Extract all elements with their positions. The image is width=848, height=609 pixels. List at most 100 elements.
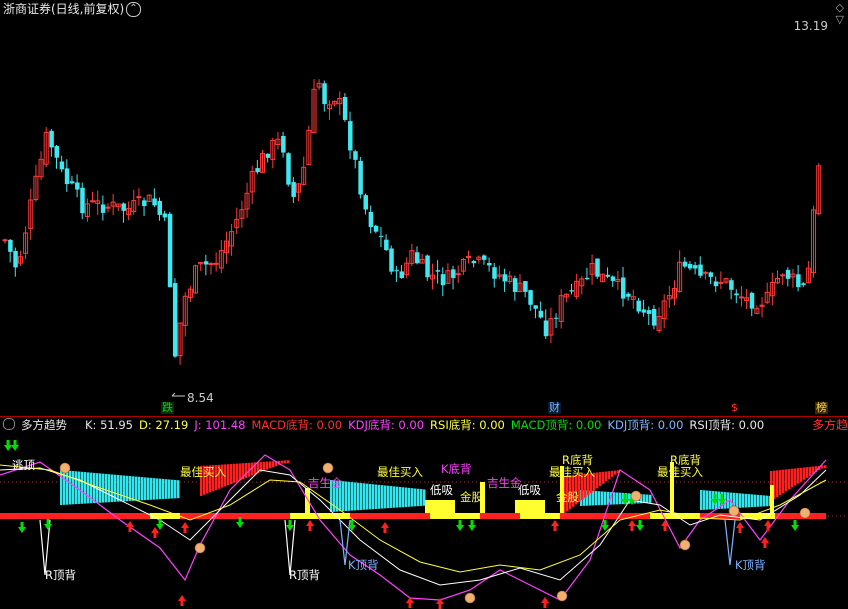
cyan-bar <box>69 470 72 505</box>
cyan-bar <box>616 492 619 505</box>
cyan-bar <box>150 477 153 500</box>
cyan-bar <box>399 486 402 508</box>
cyan-bar <box>751 494 754 508</box>
pointing-hand-icon <box>556 590 568 602</box>
cyan-bar <box>390 486 393 508</box>
cyan-bar <box>760 495 763 507</box>
red-bar <box>794 468 797 486</box>
red-bar <box>230 464 233 484</box>
signal-label: 最佳买入 <box>180 465 226 479</box>
cyan-bar <box>766 495 769 507</box>
cyan-bar <box>111 474 114 503</box>
red-bar <box>596 472 599 489</box>
cyan-bar <box>141 477 144 501</box>
signal-label: R顶背 <box>45 568 76 582</box>
cyan-bar <box>72 471 75 505</box>
marker-tag-bang[interactable]: 榜 <box>815 402 828 414</box>
cyan-bar <box>742 493 745 508</box>
signal-label: 最佳买入 <box>657 465 703 479</box>
red-bar <box>803 467 806 480</box>
indicator-name[interactable]: 多方趋势 <box>21 418 67 432</box>
pointing-hand-icon <box>59 462 71 474</box>
cyan-bar <box>144 477 147 501</box>
pointing-hand-icon <box>728 505 740 517</box>
signal-label: 逃顶 <box>12 458 35 472</box>
signal-label: R底背 <box>670 453 701 467</box>
indicator-readout-bar: 多方趋势 K: 51.95 D: 27.19 J: 101.48 MACD底背: 0.0… <box>0 418 770 432</box>
title-collapse-icon[interactable]: ⌃ <box>126 2 141 17</box>
red-bar <box>800 467 803 482</box>
window-corner-controls[interactable]: ◇ ▽ <box>836 2 844 26</box>
marker-tag-dollar[interactable]: $ <box>730 402 739 414</box>
cyan-bar <box>393 486 396 508</box>
cyan-bar <box>345 481 348 511</box>
signal-label: K顶背 <box>735 558 766 572</box>
trend-baseline-yellow <box>430 513 480 519</box>
cyan-bar <box>108 474 111 503</box>
up-arrow-icon <box>551 520 559 531</box>
indicator-chart[interactable] <box>0 0 848 609</box>
red-bar <box>614 470 617 475</box>
signal-label: K顶背 <box>348 558 379 572</box>
readout-rsi-bottom: RSI底背: 0.00 <box>430 418 505 432</box>
readout-kdj-top: KDJ顶背: 0.00 <box>607 418 684 432</box>
triangle-down-icon[interactable]: ▽ <box>836 14 844 26</box>
signal-label: R顶背 <box>289 568 320 582</box>
cyan-bar <box>703 490 706 510</box>
cyan-bar <box>87 472 90 504</box>
cyan-bar <box>162 478 165 500</box>
up-arrow-icon <box>151 527 159 538</box>
cyan-bar <box>147 477 150 500</box>
cyan-bar <box>165 479 168 499</box>
cyan-bar <box>649 494 652 503</box>
pointing-hand-icon <box>679 539 691 551</box>
up-arrow-icon <box>306 520 314 531</box>
red-bar <box>599 472 602 487</box>
cyan-bar <box>132 476 135 501</box>
red-bar <box>269 461 272 469</box>
cyan-bar <box>739 493 742 508</box>
down-arrow-icon <box>468 520 476 531</box>
cyan-bar <box>174 479 177 499</box>
cyan-bar <box>159 478 162 500</box>
readout-j: J: 101.48 <box>194 418 246 432</box>
cyan-bar <box>123 475 126 502</box>
chart-title: 浙商证券(日线,前复权) <box>3 2 125 16</box>
cyan-bar <box>592 490 595 506</box>
cyan-bar <box>351 482 354 511</box>
cyan-bar <box>646 494 649 503</box>
pointing-hand-icon <box>630 490 642 502</box>
cyan-bar <box>754 494 757 507</box>
readout-k: K: 51.95 <box>85 418 133 432</box>
cyan-bar <box>417 488 420 507</box>
cyan-bar <box>375 484 378 509</box>
cyan-bar <box>598 491 601 506</box>
cyan-bar <box>372 484 375 510</box>
stock-chart-window: 浙商证券(日线,前复权) ⌃ ◇ ▽ 13.19 8.54 跌 财 $ 榜 多方… <box>0 0 848 609</box>
up-arrow-icon <box>178 595 186 606</box>
cyan-bar <box>700 490 703 510</box>
down-arrow-icon <box>636 520 644 531</box>
cyan-bar <box>420 489 423 506</box>
cyan-bar <box>168 479 171 499</box>
cyan-bar <box>405 487 408 507</box>
cyan-bar <box>348 481 351 511</box>
up-arrow-icon <box>761 537 769 548</box>
signal-label: 金股 <box>556 490 579 504</box>
cyan-bar <box>357 482 360 511</box>
red-bar <box>611 470 614 477</box>
cyan-bar <box>360 483 363 510</box>
yellow-block <box>425 500 455 513</box>
red-bar <box>272 461 275 468</box>
indicator-settings-icon[interactable] <box>3 418 15 430</box>
red-bar <box>239 463 242 481</box>
down-arrow-icon <box>456 520 464 531</box>
signal-label: 低吸 <box>430 483 453 497</box>
marker-tag-cai[interactable]: 财 <box>548 402 561 414</box>
cyan-bar <box>354 482 357 511</box>
indicator-name-right: 多方趋 <box>811 418 848 432</box>
down-arrow-icon <box>18 522 26 533</box>
marker-tag-die[interactable]: 跌 <box>161 402 174 414</box>
red-bar <box>236 463 239 482</box>
cyan-bar <box>156 478 159 500</box>
